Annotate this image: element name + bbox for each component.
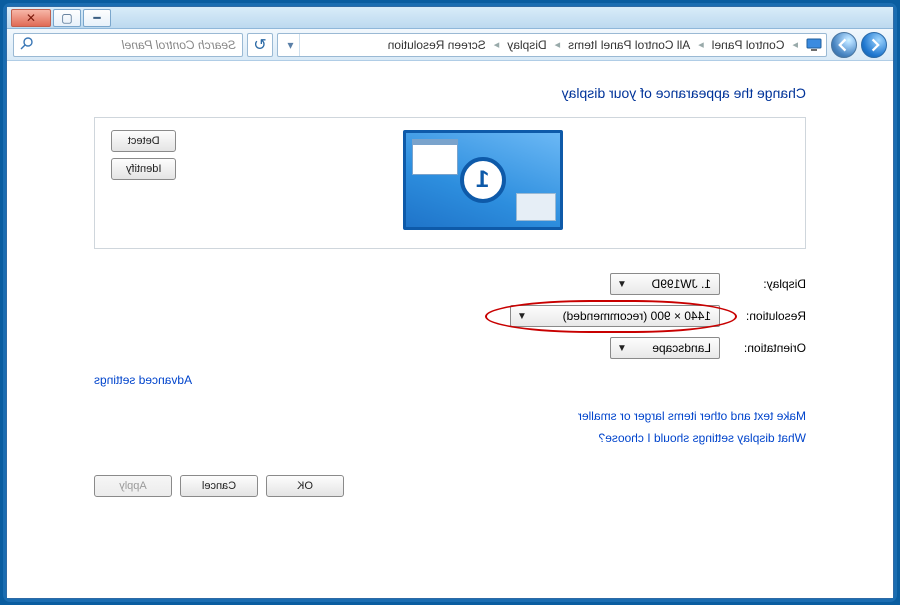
ok-button[interactable]: OK: [266, 475, 344, 497]
maximize-icon: ▢: [61, 11, 72, 25]
arrow-left-icon: [867, 38, 881, 52]
address-dropdown-button[interactable]: ▾: [282, 34, 300, 56]
display-label: Display:: [720, 277, 806, 291]
minimize-icon: ━: [93, 11, 100, 25]
which-settings-link[interactable]: What display settings should I choose?: [599, 431, 806, 445]
refresh-icon: ↻: [253, 35, 266, 55]
close-icon: ✕: [26, 11, 36, 25]
breadcrumb[interactable]: All Control Panel Items: [568, 38, 690, 52]
chevron-right-icon: ▸: [553, 38, 563, 51]
chevron-down-icon: ▼: [517, 311, 527, 322]
nav-row: ▸ Control Panel ▸ All Control Panel Item…: [7, 29, 893, 61]
mini-taskbar-icon: [516, 193, 556, 221]
orientation-dropdown[interactable]: Landscape ▼: [610, 337, 720, 359]
nav-back-button[interactable]: [861, 32, 887, 58]
close-button[interactable]: ✕: [11, 9, 51, 27]
content-area: Change the appearance of your display 1 …: [7, 61, 893, 598]
monitor-preview[interactable]: 1: [403, 130, 563, 236]
maximize-button[interactable]: ▢: [53, 9, 81, 27]
cancel-button[interactable]: Cancel: [180, 475, 258, 497]
apply-button[interactable]: Apply: [94, 475, 172, 497]
detect-button[interactable]: Detect: [111, 130, 176, 152]
address-bar[interactable]: ▸ Control Panel ▸ All Control Panel Item…: [277, 33, 827, 57]
mini-window-icon: [412, 139, 458, 175]
advanced-settings-link[interactable]: Advanced settings: [94, 373, 192, 387]
resolution-label: Resolution:: [720, 309, 806, 323]
chevron-right-icon: ▸: [696, 38, 706, 51]
display-preview-frame: 1 Detect Identify: [94, 117, 806, 249]
titlebar: ━ ▢ ✕: [7, 7, 893, 29]
chevron-right-icon: ▸: [790, 38, 800, 51]
text-size-link[interactable]: Make text and other items larger or smal…: [578, 409, 806, 423]
resolution-dropdown-value: 1440 × 900 (recommended): [563, 309, 711, 323]
search-icon: [20, 36, 34, 53]
nav-forward-button[interactable]: [831, 32, 857, 58]
minimize-button[interactable]: ━: [83, 9, 111, 27]
chevron-down-icon: ▼: [617, 343, 627, 354]
chevron-down-icon: ▼: [617, 279, 627, 290]
refresh-button[interactable]: ↻: [247, 33, 273, 57]
display-dropdown[interactable]: 1. JW199D ▼: [610, 273, 720, 295]
chevron-right-icon: ▸: [492, 38, 502, 51]
chevron-down-icon: ▾: [287, 38, 293, 52]
monitor-icon: [806, 37, 822, 53]
breadcrumb[interactable]: Control Panel: [712, 38, 785, 52]
resolution-dropdown[interactable]: 1440 × 900 (recommended) ▼: [510, 305, 720, 327]
search-placeholder: Search Control Panel: [122, 38, 236, 52]
orientation-dropdown-value: Landscape: [652, 341, 711, 355]
breadcrumb[interactable]: Screen Resolution: [388, 38, 486, 52]
page-title: Change the appearance of your display: [70, 85, 830, 101]
arrow-right-icon: [837, 38, 851, 52]
display-dropdown-value: 1. JW199D: [652, 277, 711, 291]
identify-button[interactable]: Identify: [111, 158, 176, 180]
control-panel-window: ━ ▢ ✕ ▸ Control Panel ▸ All Control Pane…: [6, 6, 894, 599]
breadcrumb[interactable]: Display: [507, 38, 546, 52]
orientation-label: Orientation:: [720, 341, 806, 355]
monitor-number-badge: 1: [460, 157, 506, 203]
search-input[interactable]: Search Control Panel: [13, 33, 243, 57]
